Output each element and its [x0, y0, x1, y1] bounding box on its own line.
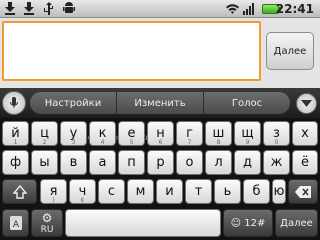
language-key[interactable]: ⚙ RU: [31, 209, 63, 237]
usb-icon: [42, 2, 55, 15]
key[interactable]: е5: [118, 121, 145, 146]
signal-icon: [243, 2, 256, 15]
download-icon: [3, 2, 16, 15]
enter-key[interactable]: Далее: [275, 209, 318, 237]
key[interactable]: л: [205, 150, 232, 175]
key[interactable]: г7: [176, 121, 203, 146]
key[interactable]: ь: [214, 179, 241, 204]
keyboard-mode-key[interactable]: A: [2, 209, 29, 237]
key[interactable]: ж: [263, 150, 290, 175]
chevron-down-icon[interactable]: [296, 93, 317, 114]
keyboard-mode-icon: A: [9, 216, 22, 230]
wifi-icon: [226, 2, 239, 15]
key[interactable]: у3: [60, 121, 87, 146]
key[interactable]: я): [40, 179, 67, 204]
shift-icon: [11, 184, 28, 199]
suggestion-menu: Настройки Изменить Голос: [30, 92, 290, 114]
key[interactable]: п: [118, 150, 145, 175]
key[interactable]: ц2: [31, 121, 58, 146]
key[interactable]: б: [243, 179, 270, 204]
key[interactable]: р: [147, 150, 174, 175]
android-debug-icon: [62, 2, 75, 15]
gear-icon: ⚙: [41, 211, 53, 225]
key[interactable]: в: [60, 150, 87, 175]
key[interactable]: з0: [263, 121, 290, 146]
key[interactable]: о: [176, 150, 203, 175]
shift-key[interactable]: [2, 179, 37, 204]
next-button[interactable]: Далее: [266, 32, 314, 70]
edit-option[interactable]: Изменить: [117, 92, 204, 114]
status-bar: 22:41: [0, 0, 320, 18]
key[interactable]: ч €: [69, 179, 96, 204]
key[interactable]: т: [185, 179, 212, 204]
key[interactable]: и: [156, 179, 183, 204]
symbols-key[interactable]: ☺ 12#: [223, 209, 273, 237]
compose-area: Далее: [0, 18, 320, 88]
space-key[interactable]: [65, 209, 221, 237]
keyboard: mobile-review.com й1 ц2 у3 к4 е5 н6 г7 ш…: [0, 118, 320, 240]
svg-text:A: A: [12, 220, 19, 230]
key[interactable]: х: [292, 121, 318, 146]
key[interactable]: д: [234, 150, 261, 175]
voice-option[interactable]: Голос: [204, 92, 290, 114]
key[interactable]: щ9: [234, 121, 261, 146]
key[interactable]: м: [127, 179, 154, 204]
key[interactable]: ф: [2, 150, 29, 175]
key[interactable]: к4: [89, 121, 116, 146]
message-input[interactable]: [2, 21, 261, 81]
key[interactable]: ё: [292, 150, 318, 175]
key[interactable]: ю: [272, 179, 286, 204]
key[interactable]: й1: [2, 121, 29, 146]
voice-input-icon[interactable]: [2, 91, 26, 115]
settings-option[interactable]: Настройки: [30, 92, 117, 114]
key[interactable]: а: [89, 150, 116, 175]
clock: 22:41: [275, 2, 314, 16]
suggestion-strip: Настройки Изменить Голос: [0, 88, 320, 118]
backspace-key[interactable]: [288, 179, 318, 204]
key[interactable]: с: [98, 179, 125, 204]
smiley-icon: ☺: [230, 218, 242, 229]
download-icon: [22, 2, 35, 15]
key[interactable]: н6: [147, 121, 174, 146]
key[interactable]: ш8: [205, 121, 232, 146]
backspace-icon: [295, 186, 311, 198]
key[interactable]: ы: [31, 150, 58, 175]
